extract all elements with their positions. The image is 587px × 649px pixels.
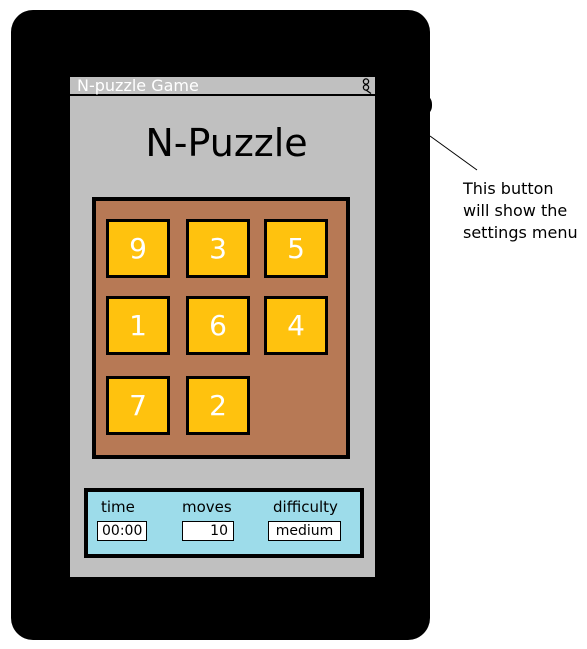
mockup-canvas: N-puzzle Game N-Puzzle 9 3 5 1 6 4 7 2 t… <box>0 0 587 649</box>
annotation-note: This button will show the settings menu <box>463 179 578 242</box>
annotation-pointer-line <box>429 135 478 171</box>
